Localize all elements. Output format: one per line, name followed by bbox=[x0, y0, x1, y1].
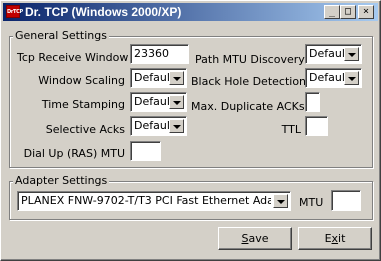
exit-button[interactable]: Exit bbox=[298, 227, 372, 250]
black-hole-detection-select[interactable]: Default bbox=[305, 68, 362, 88]
time-stamping-label: Time Stamping bbox=[41, 98, 125, 111]
path-mtu-discovery-label: Path MTU Discovery bbox=[195, 53, 305, 66]
window-scaling-select[interactable]: Default bbox=[130, 68, 187, 88]
save-button[interactable]: Save bbox=[218, 227, 292, 250]
selective-acks-label: Selective Acks bbox=[45, 123, 125, 136]
max-duplicate-acks-input[interactable] bbox=[305, 92, 320, 112]
chevron-down-icon[interactable] bbox=[344, 47, 359, 61]
dial-up-mtu-label: Dial Up (RAS) MTU bbox=[23, 147, 125, 160]
time-stamping-select[interactable]: Default bbox=[130, 92, 187, 112]
chevron-down-icon[interactable] bbox=[273, 194, 288, 208]
adapter-select[interactable]: PLANEX FNW-9702-T/T3 PCI Fast Ethernet A… bbox=[17, 191, 291, 211]
title-bar[interactable]: DrTCP Dr. TCP (Windows 2000/XP) _ □ × bbox=[3, 3, 378, 21]
dial-up-mtu-input[interactable] bbox=[130, 141, 161, 161]
close-button[interactable]: × bbox=[358, 5, 374, 19]
maximize-icon: □ bbox=[344, 6, 352, 17]
main-window: DrTCP Dr. TCP (Windows 2000/XP) _ □ × Ge… bbox=[0, 0, 381, 261]
adapter-mtu-input[interactable] bbox=[331, 190, 361, 211]
selective-acks-select[interactable]: Default bbox=[130, 116, 187, 136]
minimize-button[interactable]: _ bbox=[324, 5, 340, 19]
minimize-icon: _ bbox=[328, 6, 336, 17]
tcp-receive-window-label: Tcp Receive Window bbox=[17, 51, 129, 64]
adapter-selected-value: PLANEX FNW-9702-T/T3 PCI Fast Ethernet A… bbox=[21, 194, 271, 207]
ttl-label: TTL bbox=[281, 123, 301, 136]
chevron-down-icon[interactable] bbox=[169, 119, 184, 133]
exit-label-post: it bbox=[338, 232, 346, 245]
save-label-post: ave bbox=[248, 232, 269, 245]
maximize-button[interactable]: □ bbox=[340, 5, 356, 19]
tcp-receive-window-input[interactable]: 23360 bbox=[130, 44, 189, 64]
adapter-mtu-label: MTU bbox=[299, 196, 324, 209]
chevron-down-icon[interactable] bbox=[344, 71, 359, 85]
chevron-down-icon[interactable] bbox=[169, 71, 184, 85]
app-icon[interactable]: DrTCP bbox=[6, 5, 23, 18]
path-mtu-discovery-select[interactable]: Default bbox=[305, 44, 362, 64]
max-duplicate-acks-label: Max. Duplicate ACKs bbox=[191, 100, 305, 113]
general-settings-legend: General Settings bbox=[13, 29, 109, 42]
window-scaling-label: Window Scaling bbox=[38, 74, 125, 87]
close-icon: × bbox=[362, 6, 370, 17]
chevron-down-icon[interactable] bbox=[169, 95, 184, 109]
adapter-settings-legend: Adapter Settings bbox=[13, 174, 110, 187]
ttl-input[interactable] bbox=[305, 116, 328, 136]
exit-label-pre: E bbox=[324, 232, 332, 245]
window-title: Dr. TCP (Windows 2000/XP) bbox=[25, 5, 182, 19]
black-hole-detection-label: Black Hole Detection bbox=[191, 75, 307, 88]
